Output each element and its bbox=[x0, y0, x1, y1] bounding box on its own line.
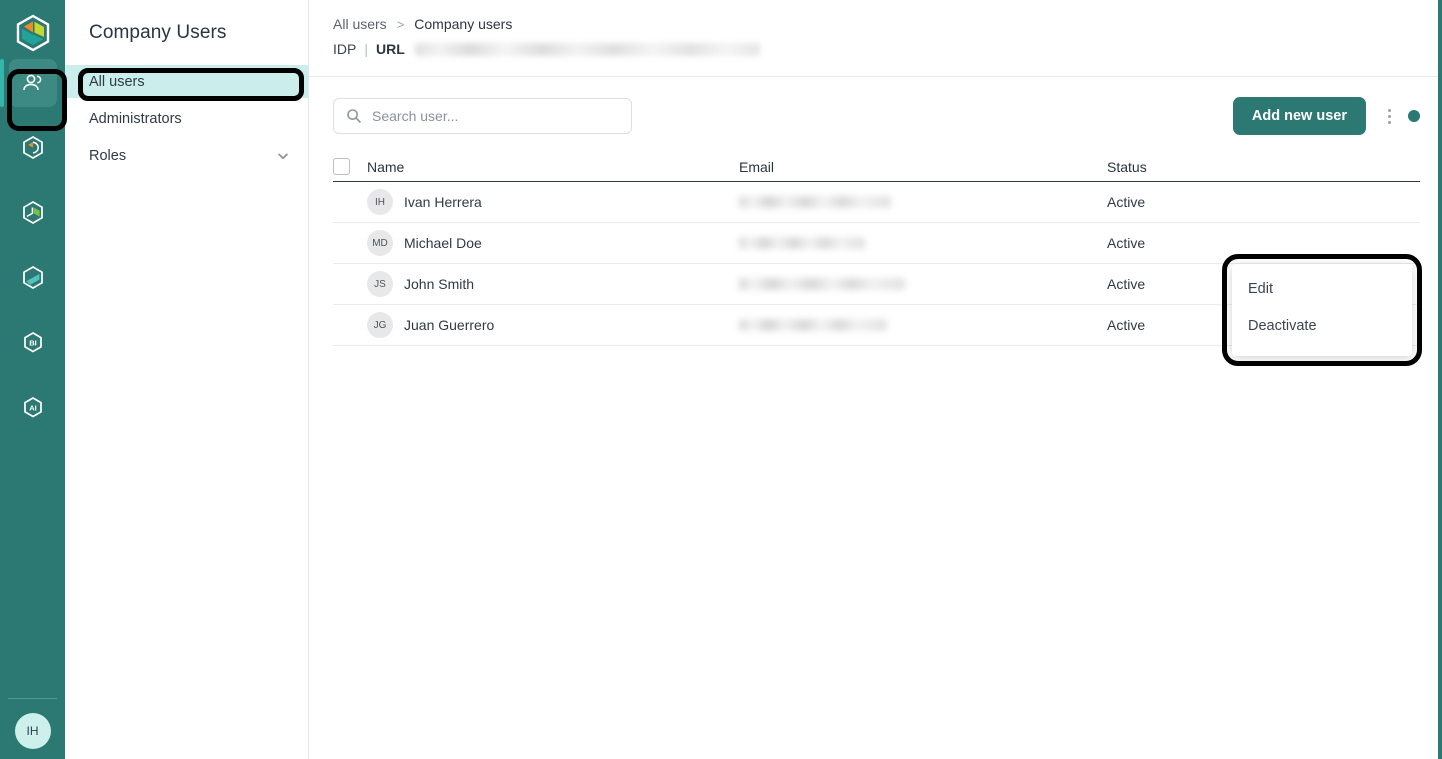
sidebar-item-all-users[interactable]: All users bbox=[65, 65, 308, 98]
breadcrumb-parent[interactable]: All users bbox=[333, 16, 387, 32]
add-user-button[interactable]: Add new user bbox=[1232, 97, 1366, 135]
status-dot-icon[interactable] bbox=[1408, 110, 1420, 122]
sidebar-item-label: Administrators bbox=[89, 110, 182, 127]
avatar: JG bbox=[367, 312, 393, 338]
search-box[interactable] bbox=[333, 98, 632, 134]
svg-text:BI: BI bbox=[29, 339, 37, 348]
status-badge: Active bbox=[1107, 194, 1146, 210]
chevron-right-icon: > bbox=[396, 16, 405, 32]
menu-item-deactivate[interactable]: Deactivate bbox=[1232, 307, 1412, 344]
idp-label: IDP bbox=[333, 41, 357, 57]
row-email-cell bbox=[739, 278, 1107, 290]
column-header-status[interactable]: Status bbox=[1107, 159, 1420, 175]
pie-chart-orange-hexagon-icon bbox=[22, 136, 43, 159]
avatar: JS bbox=[367, 271, 393, 297]
chevron-down-icon bbox=[276, 149, 290, 163]
more-vertical-icon[interactable] bbox=[1378, 101, 1400, 131]
toolbar-actions: Add new user bbox=[1232, 97, 1420, 135]
select-all-checkbox[interactable] bbox=[333, 158, 350, 175]
select-all-cell bbox=[333, 158, 367, 175]
table-row[interactable]: MD Michael Doe Active bbox=[333, 223, 1420, 264]
user-name: Ivan Herrera bbox=[404, 194, 482, 210]
user-name: Michael Doe bbox=[404, 235, 482, 251]
sidebar-item-label: All users bbox=[89, 73, 145, 90]
column-header-name[interactable]: Name bbox=[367, 159, 739, 175]
row-email-cell bbox=[739, 319, 1107, 331]
url-value-redacted bbox=[414, 42, 760, 56]
row-actions-menu: Edit Deactivate bbox=[1232, 264, 1412, 356]
slash-hexagon-icon bbox=[22, 266, 43, 289]
status-badge: Active bbox=[1107, 235, 1146, 251]
secondary-sidebar: Company Users All users Administrators R… bbox=[65, 0, 309, 759]
email-redacted bbox=[739, 237, 865, 249]
sidebar-item-roles[interactable]: Roles bbox=[65, 139, 308, 172]
rail-item-reports[interactable] bbox=[9, 124, 57, 172]
row-name-cell: IH Ivan Herrera bbox=[367, 189, 739, 215]
idp-url-row: IDP | URL bbox=[333, 41, 1442, 57]
menu-item-edit[interactable]: Edit bbox=[1232, 270, 1412, 307]
row-name-cell: JG Juan Guerrero bbox=[367, 312, 739, 338]
url-label: URL bbox=[375, 41, 405, 57]
hexagon-logo-icon[interactable] bbox=[13, 13, 53, 53]
idp-divider: | bbox=[364, 41, 368, 57]
row-name-cell: JS John Smith bbox=[367, 271, 739, 297]
primary-nav-rail: BI AI IH bbox=[0, 0, 65, 759]
bi-hexagon-icon: BI bbox=[23, 332, 42, 353]
rail-item-bi[interactable]: BI bbox=[9, 319, 57, 367]
email-redacted bbox=[739, 278, 905, 290]
toolbar: Add new user bbox=[309, 77, 1442, 135]
user-name: Juan Guerrero bbox=[404, 317, 495, 333]
breadcrumb-current: Company users bbox=[414, 16, 513, 32]
page-title: Company Users bbox=[89, 22, 227, 43]
avatar[interactable]: IH bbox=[14, 713, 51, 749]
users-hexagon-icon bbox=[22, 74, 41, 91]
rail-item-data[interactable] bbox=[9, 254, 57, 302]
ai-hexagon-icon: AI bbox=[23, 397, 42, 418]
avatar: IH bbox=[367, 189, 393, 215]
table-row[interactable]: IH Ivan Herrera Active bbox=[333, 182, 1420, 223]
right-edge-accent bbox=[1438, 0, 1442, 759]
row-email-cell bbox=[739, 237, 1107, 249]
table-header-row: Name Email Status bbox=[333, 152, 1420, 182]
breadcrumb: All users > Company users bbox=[333, 16, 1442, 32]
sidebar-item-label: Roles bbox=[89, 147, 127, 164]
sidebar-item-list: All users Administrators Roles bbox=[65, 65, 308, 172]
rail-item-users[interactable] bbox=[0, 59, 57, 107]
email-redacted bbox=[739, 319, 887, 331]
column-header-email[interactable]: Email bbox=[739, 159, 1107, 175]
row-email-cell bbox=[739, 196, 1107, 208]
avatar: MD bbox=[367, 230, 393, 256]
header-bar: All users > Company users IDP | URL bbox=[309, 0, 1442, 77]
sidebar-item-administrators[interactable]: Administrators bbox=[65, 102, 308, 135]
search-icon bbox=[347, 109, 361, 123]
email-redacted bbox=[739, 196, 891, 208]
app-root: BI AI IH Company Users All users Adminis… bbox=[0, 0, 1442, 759]
rail-footer: IH bbox=[0, 713, 65, 759]
rail-item-analytics[interactable] bbox=[9, 189, 57, 237]
main-content: All users > Company users IDP | URL Add bbox=[309, 0, 1442, 759]
search-input[interactable] bbox=[372, 108, 612, 124]
rail-item-list: BI AI bbox=[0, 59, 65, 449]
rail-divider bbox=[8, 698, 57, 699]
pie-chart-green-hexagon-icon bbox=[22, 201, 43, 224]
rail-item-ai[interactable]: AI bbox=[9, 384, 57, 432]
user-name: John Smith bbox=[404, 276, 475, 292]
row-name-cell: MD Michael Doe bbox=[367, 230, 739, 256]
svg-text:AI: AI bbox=[29, 404, 37, 413]
